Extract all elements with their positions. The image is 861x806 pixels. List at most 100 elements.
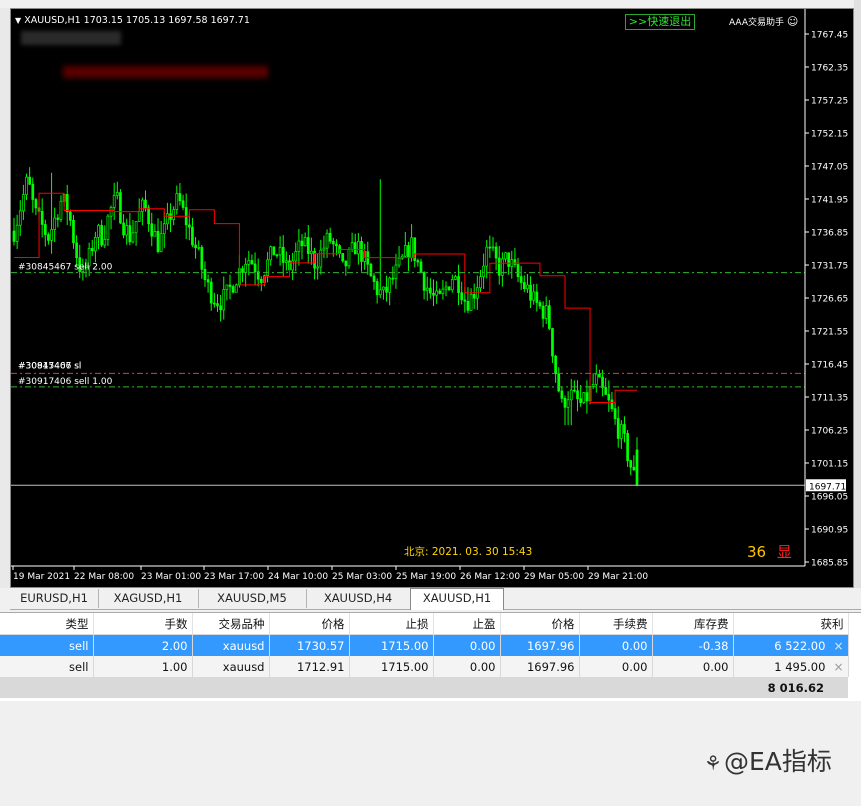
column-header[interactable]: 止盈 <box>433 613 501 635</box>
position-row[interactable]: sell 1.00 xauusd 1712.91 1715.00 0.00 1697.96 0… <box>0 656 849 677</box>
column-header[interactable]: 价格 <box>269 613 350 635</box>
price-tick-label: 1685.85 <box>811 559 848 569</box>
candle <box>450 274 454 293</box>
candle <box>72 215 75 249</box>
candle <box>554 354 557 383</box>
candle-body <box>432 292 435 296</box>
column-header[interactable]: 类型 <box>0 613 94 635</box>
candle <box>488 235 492 258</box>
candle <box>250 254 254 265</box>
candle <box>391 266 395 285</box>
candle <box>529 276 532 309</box>
total-row: 8 016.62 <box>0 677 848 698</box>
chevron-down-icon[interactable]: ▼ <box>15 16 21 25</box>
candle-body <box>576 390 579 400</box>
table-cell: 0.00 <box>579 656 653 677</box>
candle <box>513 248 517 268</box>
candle <box>582 392 586 405</box>
candle-body <box>466 300 470 311</box>
time-tick-label: 29 Mar 05:00 <box>524 572 584 582</box>
scroll-edge[interactable] <box>854 0 861 590</box>
tab-xauusd-h1[interactable]: XAUUSD,H1 <box>410 588 504 610</box>
table-cell: 2.00 <box>93 634 193 656</box>
price-axis: 1767.45 1762.35 1757.25 1752.15 1747.05 1741.… <box>804 9 848 569</box>
candle-body <box>197 246 201 249</box>
price-tick-label: 1706.25 <box>811 427 848 437</box>
candle <box>159 220 163 253</box>
quick-exit-button[interactable]: >>快速退出 <box>625 14 695 30</box>
candle <box>200 244 204 279</box>
candle <box>444 281 448 297</box>
candle <box>385 275 388 302</box>
candle-body <box>222 289 226 311</box>
candle-body <box>128 225 132 243</box>
candle-body <box>535 291 539 303</box>
price-tick-label: 1767.45 <box>811 31 848 41</box>
table-cell: 0.00 <box>433 656 501 677</box>
candle <box>191 217 194 247</box>
candle <box>43 219 47 247</box>
column-header[interactable]: 止损 <box>349 613 434 635</box>
candle-body <box>613 408 617 419</box>
tab-xagusd-h1[interactable]: XAGUSD,H1 <box>98 589 199 608</box>
candle <box>181 194 185 211</box>
candle <box>607 380 611 413</box>
position-row[interactable]: sell 2.00 xauusd 1730.57 1715.00 0.00 1697.96 0… <box>0 634 849 656</box>
tab-xauusd-h4[interactable]: XAUUSD,H4 <box>306 589 411 608</box>
candle <box>47 232 50 245</box>
candle-body <box>463 299 467 302</box>
candle <box>619 420 623 449</box>
candle-body <box>40 211 44 225</box>
tab-eurusd-h1[interactable]: EURUSD,H1 <box>10 589 99 608</box>
price-chart[interactable]: #30845467 sell 2.00#30845467 sl#30917406… <box>11 9 854 588</box>
column-header[interactable]: 获利 <box>733 613 849 635</box>
close-position-icon[interactable]: × <box>833 660 843 674</box>
candle <box>285 251 288 271</box>
candle-body <box>372 275 376 282</box>
candle-body <box>12 230 16 242</box>
candle <box>259 276 263 292</box>
candle-body <box>566 399 570 408</box>
candle-body <box>241 268 244 273</box>
candle <box>310 237 313 265</box>
tab-xauusd-m5[interactable]: XAUUSD,M5 <box>198 589 307 608</box>
close-position-icon[interactable]: × <box>833 639 843 653</box>
column-header[interactable]: 价格 <box>500 613 580 635</box>
candle <box>435 280 438 304</box>
candle-body <box>344 260 348 267</box>
candle <box>378 179 382 299</box>
candle-body <box>75 242 78 259</box>
candle-body <box>341 253 345 262</box>
column-header[interactable]: 交易品种 <box>192 613 270 635</box>
candle-body <box>72 219 75 244</box>
candle <box>347 247 351 269</box>
candle-body <box>231 286 235 293</box>
candle <box>22 184 25 220</box>
candle-body <box>234 284 238 293</box>
candle-body <box>410 237 413 259</box>
candle <box>397 246 401 268</box>
candle-body <box>175 193 179 210</box>
column-header[interactable]: 手续费 <box>579 613 653 635</box>
price-tick-label: 1701.15 <box>811 460 848 470</box>
candle-body <box>369 263 373 277</box>
candle <box>501 252 504 287</box>
candle-body <box>319 249 323 268</box>
candle <box>438 288 442 295</box>
chart-window[interactable]: #30845467 sell 2.00 #30845467 sl #30917406… <box>10 8 854 588</box>
candle <box>497 245 501 285</box>
candle-body <box>141 199 144 212</box>
column-header[interactable]: 手数 <box>93 613 193 635</box>
candle-body <box>272 246 276 256</box>
candle <box>504 252 507 263</box>
candle <box>97 223 100 250</box>
candle-body <box>422 272 426 291</box>
candle <box>576 380 579 412</box>
candle <box>131 220 135 244</box>
candle <box>156 218 160 254</box>
candle <box>119 189 122 225</box>
table-cell: 1 495.00 × <box>733 656 849 677</box>
column-header[interactable]: 库存费 <box>652 613 734 635</box>
total-cell <box>269 677 349 698</box>
candle <box>125 218 129 245</box>
